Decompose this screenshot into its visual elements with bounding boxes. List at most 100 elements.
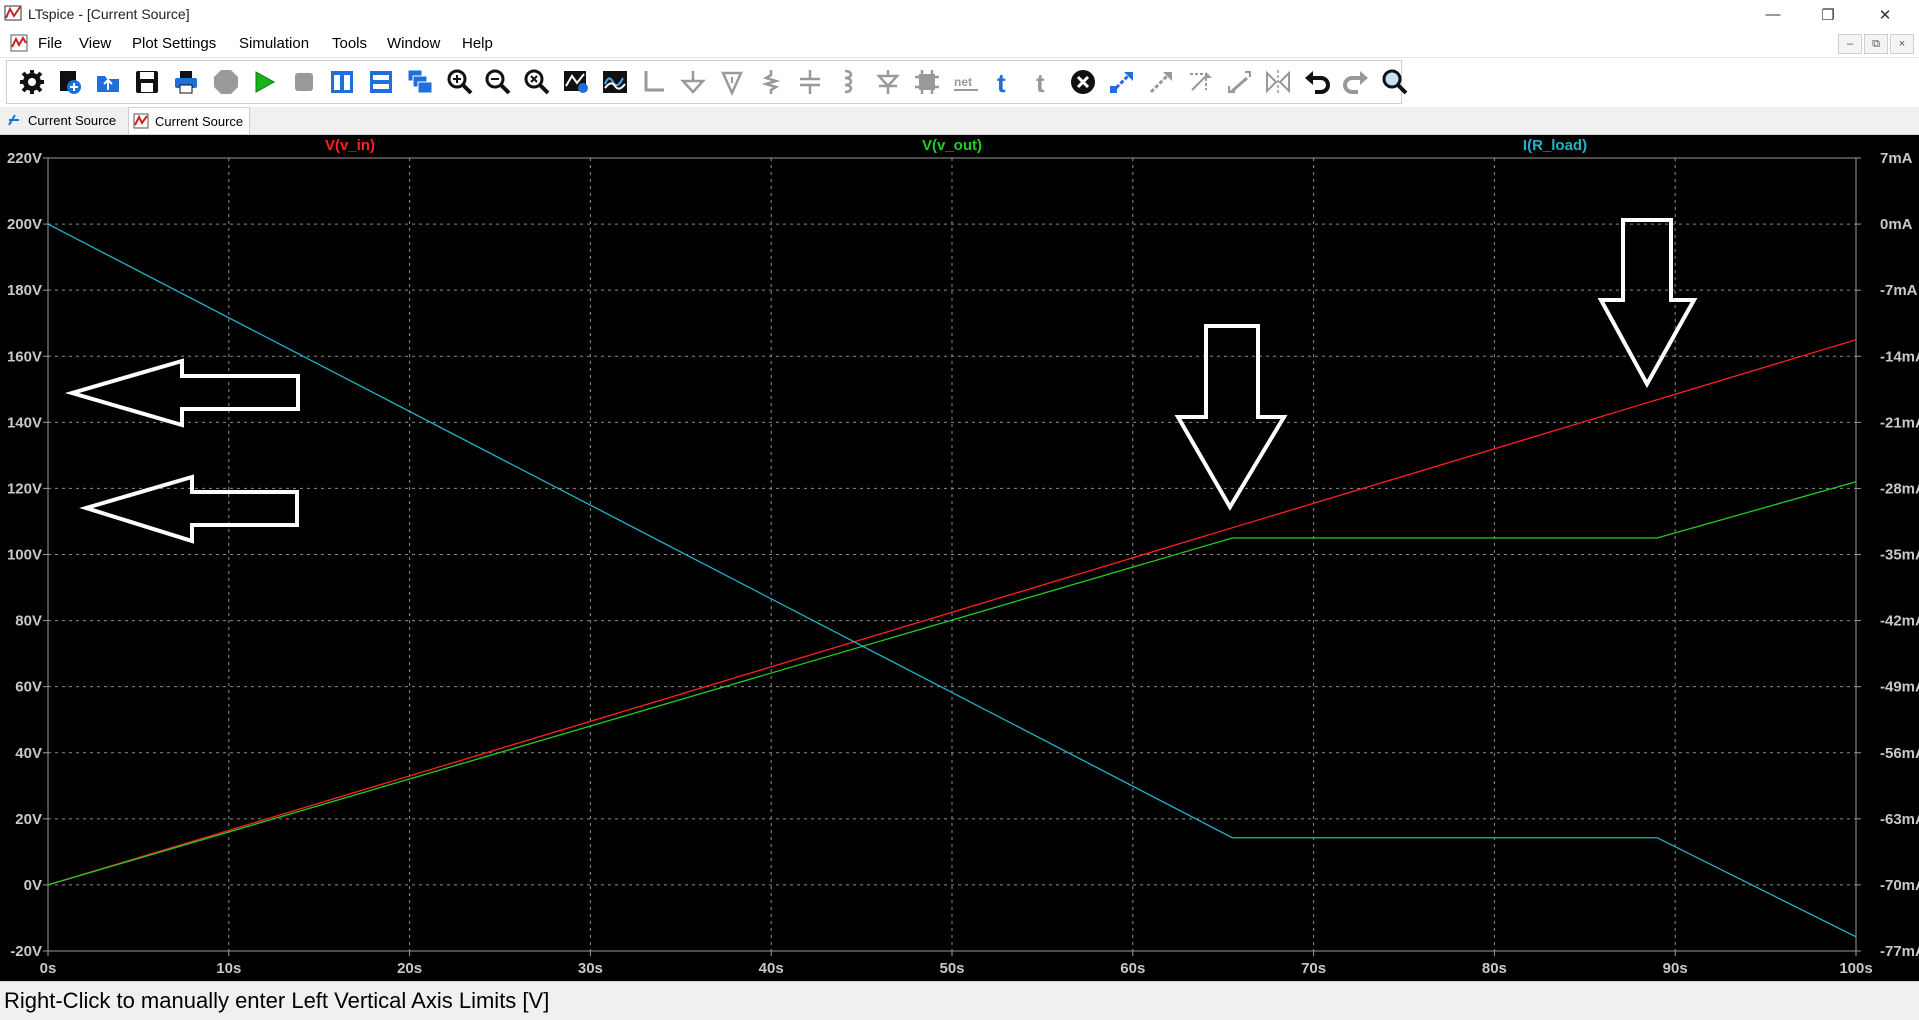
left-axis-tick-label[interactable]: 120V: [7, 480, 42, 497]
minimize-button[interactable]: —: [1750, 0, 1796, 29]
undo-icon[interactable]: [1303, 68, 1331, 96]
ground-icon[interactable]: [679, 68, 707, 96]
zoom-fit-icon[interactable]: [523, 68, 551, 96]
x-tick-label: 0s: [40, 960, 57, 977]
mirror-icon[interactable]: [1186, 68, 1214, 96]
resistor-icon[interactable]: [757, 68, 785, 96]
right-axis-tick-label[interactable]: 0mA: [1880, 216, 1913, 233]
left-axis-tick-label[interactable]: 80V: [15, 613, 42, 630]
halt-icon[interactable]: [212, 68, 240, 96]
tab-waveform-label: Current Source: [155, 113, 244, 129]
menu-bar: File View Plot Settings Simulation Tools…: [0, 29, 1919, 58]
text-icon[interactable]: t: [991, 68, 1019, 96]
tab-schematic[interactable]: Current Source: [6, 107, 122, 133]
right-axis-tick-label[interactable]: -70mA: [1880, 877, 1919, 894]
run-icon[interactable]: [250, 68, 278, 96]
mdi-minimize-button[interactable]: –: [1838, 34, 1862, 54]
menu-plot-settings[interactable]: Plot Settings: [132, 35, 216, 52]
right-axis-tick-label[interactable]: 7mA: [1880, 150, 1913, 167]
x-tick-label: 100s: [1839, 960, 1872, 977]
left-axis-tick-label[interactable]: 20V: [15, 811, 42, 828]
right-axis-tick-label[interactable]: -28mA: [1880, 480, 1919, 497]
left-axis-tick-label[interactable]: 160V: [7, 348, 42, 365]
x-tick-label: 70s: [1301, 960, 1326, 977]
left-axis-tick-label[interactable]: 200V: [7, 216, 42, 233]
x-tick-label: 30s: [578, 960, 603, 977]
new-schematic-icon[interactable]: [56, 68, 84, 96]
menu-help[interactable]: Help: [462, 35, 493, 52]
arrow-down-middle: [1174, 324, 1288, 511]
delete-icon[interactable]: [1069, 68, 1097, 96]
legend-label[interactable]: V(v_in): [325, 137, 375, 154]
zoom-in-icon[interactable]: [446, 68, 474, 96]
menu-file[interactable]: File: [38, 35, 62, 52]
x-tick-label: 50s: [939, 960, 964, 977]
close-button[interactable]: ✕: [1862, 0, 1908, 29]
stop-icon[interactable]: [290, 68, 318, 96]
move-icon[interactable]: [1108, 68, 1136, 96]
tile-vertical-icon[interactable]: [328, 68, 356, 96]
component-icon[interactable]: [913, 68, 941, 96]
toolbar: net t t: [0, 58, 1919, 106]
cascade-icon[interactable]: [406, 68, 434, 96]
arrow-left-bottom: [79, 474, 299, 544]
waveform-window-icon[interactable]: [10, 34, 28, 52]
plot-axes: 0s 10s 20s 30s 40s 50s 60s 70s 80s 90s 100s 220V 7mA…: [7, 150, 1919, 977]
redo-icon[interactable]: [1342, 68, 1370, 96]
right-axis-tick-label[interactable]: -7mA: [1880, 282, 1918, 299]
left-axis-tick-label[interactable]: 60V: [15, 679, 42, 696]
print-icon[interactable]: [172, 68, 200, 96]
drag-icon[interactable]: [1147, 68, 1175, 96]
net-label-icon[interactable]: net: [952, 68, 980, 96]
autorange-icon[interactable]: [562, 68, 590, 96]
tile-horizontal-icon[interactable]: [367, 68, 395, 96]
ltspice-logo-icon: [4, 5, 22, 21]
arrow-left-top: [64, 358, 300, 428]
left-axis-tick-label[interactable]: 220V: [7, 150, 42, 167]
capacitor-icon[interactable]: [796, 68, 824, 96]
left-axis-tick-label[interactable]: 100V: [7, 547, 42, 564]
wire-icon[interactable]: [640, 68, 668, 96]
tab-waveform[interactable]: Current Source: [128, 107, 250, 134]
voltage-source-icon[interactable]: [718, 68, 746, 96]
right-axis-tick-label[interactable]: -63mA: [1880, 811, 1919, 828]
diode-icon[interactable]: [874, 68, 902, 96]
mdi-close-button[interactable]: ×: [1890, 34, 1914, 54]
left-axis-tick-label[interactable]: 180V: [7, 282, 42, 299]
right-axis-tick-label[interactable]: -49mA: [1880, 679, 1919, 696]
add-trace-icon[interactable]: [601, 68, 629, 96]
right-axis-tick-label[interactable]: -14mA: [1880, 348, 1919, 365]
waveform-plot-pane[interactable]: 0s 10s 20s 30s 40s 50s 60s 70s 80s 90s 100s 220V 7mA…: [0, 135, 1919, 981]
mdi-restore-button[interactable]: ⧉: [1864, 34, 1888, 54]
waveform-plot[interactable]: 0s 10s 20s 30s 40s 50s 60s 70s 80s 90s 100s 220V 7mA…: [0, 135, 1919, 981]
find-icon[interactable]: [1381, 68, 1409, 96]
open-icon[interactable]: [94, 68, 122, 96]
right-axis-tick-label[interactable]: -35mA: [1880, 547, 1919, 564]
spice-directive-icon[interactable]: t: [1030, 68, 1058, 96]
right-axis-tick-label[interactable]: -77mA: [1880, 943, 1919, 960]
x-tick-label: 10s: [216, 960, 241, 977]
inductor-icon[interactable]: [835, 68, 863, 96]
tab-schematic-label: Current Source: [28, 112, 117, 128]
schematic-icon: [8, 114, 19, 126]
menu-simulation[interactable]: Simulation: [239, 35, 309, 52]
left-axis-tick-label[interactable]: 140V: [7, 414, 42, 431]
left-axis-tick-label[interactable]: -20V: [10, 943, 42, 960]
save-icon[interactable]: [133, 68, 161, 96]
menu-view[interactable]: View: [79, 35, 111, 52]
gear-icon[interactable]: [18, 68, 46, 96]
rotate-icon[interactable]: [1225, 68, 1253, 96]
flip-icon[interactable]: [1264, 68, 1292, 96]
menu-window[interactable]: Window: [387, 35, 440, 52]
left-axis-tick-label[interactable]: 40V: [15, 745, 42, 762]
restore-button[interactable]: ❐: [1805, 0, 1851, 29]
legend-label[interactable]: I(R_load): [1523, 137, 1587, 154]
right-axis-tick-label[interactable]: -56mA: [1880, 745, 1919, 762]
left-axis-tick-label[interactable]: 0V: [24, 877, 42, 894]
legend-label[interactable]: V(v_out): [922, 137, 982, 154]
zoom-out-icon[interactable]: [484, 68, 512, 96]
right-axis-tick-label[interactable]: -21mA: [1880, 414, 1919, 431]
right-axis-tick-label[interactable]: -42mA: [1880, 613, 1919, 630]
menu-tools[interactable]: Tools: [332, 35, 367, 52]
status-bar: Right-Click to manually enter Left Verti…: [0, 981, 1919, 1020]
